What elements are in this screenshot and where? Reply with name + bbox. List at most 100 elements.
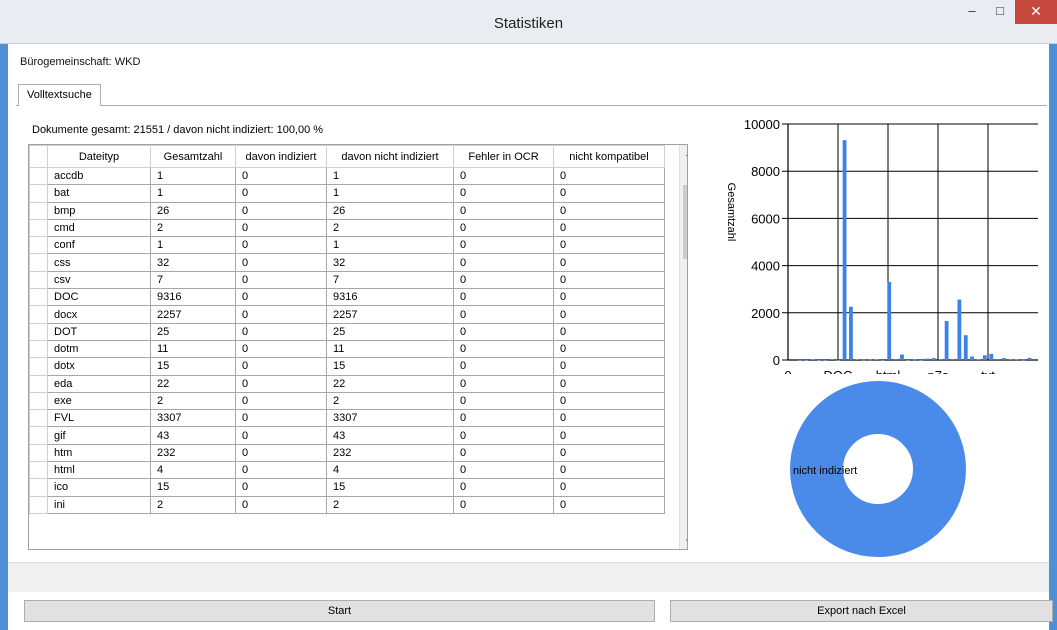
table-cell[interactable]: DOT	[47, 322, 151, 341]
table-cell[interactable]: 0	[553, 288, 665, 307]
tab-volltextsuche[interactable]: Volltextsuche	[18, 84, 101, 106]
table-cell[interactable]: htm	[47, 443, 151, 463]
close-button[interactable]: ✕	[1015, 0, 1057, 24]
table-cell[interactable]: 0	[453, 461, 554, 480]
table-cell[interactable]: 0	[553, 218, 665, 238]
table-cell[interactable]: 0	[235, 322, 327, 341]
table-cell[interactable]: 0	[235, 339, 327, 359]
table-row[interactable]: csv 7 0 7 0 0	[29, 270, 665, 290]
table-row[interactable]: ico 15 0 15 0 0	[29, 478, 665, 497]
vertical-scrollbar[interactable]: ▲ ▼	[679, 145, 687, 549]
table-cell[interactable]: 2257	[150, 305, 236, 324]
column-header[interactable]: nicht kompatibel	[553, 145, 665, 168]
table-cell[interactable]: 11	[326, 339, 454, 359]
minimize-button[interactable]: –	[957, 0, 987, 24]
table-cell[interactable]: 0	[553, 357, 665, 376]
table-cell[interactable]: exe	[47, 391, 151, 411]
row-header[interactable]	[29, 305, 48, 324]
table-cell[interactable]: bmp	[47, 201, 151, 220]
table-row[interactable]: gif 43 0 43 0 0	[29, 426, 665, 445]
table-cell[interactable]: 2257	[326, 305, 454, 324]
table-cell[interactable]: 0	[553, 478, 665, 497]
row-header[interactable]	[29, 426, 48, 445]
table-cell[interactable]: 9316	[150, 288, 236, 307]
table-row[interactable]: bat 1 0 1 0 0	[29, 184, 665, 203]
scroll-down-icon[interactable]: ▼	[680, 534, 687, 549]
export-excel-button[interactable]: Export nach Excel	[670, 600, 1053, 622]
table-cell[interactable]: 2	[150, 495, 236, 514]
table-cell[interactable]: accdb	[47, 166, 151, 186]
table-row[interactable]: bmp 26 0 26 0 0	[29, 201, 665, 220]
table-row[interactable]: dotm 11 0 11 0 0	[29, 339, 665, 359]
table-cell[interactable]: 0	[235, 374, 327, 393]
table-cell[interactable]: 0	[553, 409, 665, 428]
table-cell[interactable]: gif	[47, 426, 151, 445]
table-cell[interactable]: 32	[150, 253, 236, 272]
table-cell[interactable]: 232	[326, 443, 454, 463]
table-cell[interactable]: 0	[235, 288, 327, 307]
table-cell[interactable]: 26	[150, 201, 236, 220]
row-header[interactable]	[29, 288, 48, 307]
table-cell[interactable]: 0	[235, 357, 327, 376]
table-cell[interactable]: 0	[453, 374, 554, 393]
table-row[interactable]: eda 22 0 22 0 0	[29, 374, 665, 393]
table-cell[interactable]: 0	[453, 218, 554, 238]
table-cell[interactable]: 15	[150, 357, 236, 376]
row-header[interactable]	[29, 253, 48, 272]
table-cell[interactable]: 0	[553, 270, 665, 290]
table-cell[interactable]: 0	[453, 305, 554, 324]
table-cell[interactable]: 0	[553, 253, 665, 272]
row-header[interactable]	[29, 166, 48, 186]
table-cell[interactable]: 0	[553, 426, 665, 445]
table-cell[interactable]: DOC	[47, 288, 151, 307]
table-cell[interactable]: 0	[453, 339, 554, 359]
table-cell[interactable]: 15	[326, 478, 454, 497]
table-cell[interactable]: 15	[150, 478, 236, 497]
table-row[interactable]: ini 2 0 2 0 0	[29, 495, 665, 514]
scrollbar-thumb[interactable]	[683, 185, 687, 259]
table-cell[interactable]: 1	[326, 166, 454, 186]
table-cell[interactable]: 0	[235, 184, 327, 203]
row-header[interactable]	[29, 322, 48, 341]
row-header[interactable]	[29, 184, 48, 203]
table-cell[interactable]: docx	[47, 305, 151, 324]
table-cell[interactable]: ini	[47, 495, 151, 514]
row-header[interactable]	[29, 270, 48, 290]
table-cell[interactable]: 0	[453, 478, 554, 497]
maximize-button[interactable]: □	[985, 0, 1015, 24]
table-cell[interactable]: 0	[553, 495, 665, 514]
table-cell[interactable]: 0	[553, 236, 665, 255]
table-cell[interactable]: 7	[150, 270, 236, 290]
table-cell[interactable]: cmd	[47, 218, 151, 238]
row-header[interactable]	[29, 391, 48, 411]
table-cell[interactable]: conf	[47, 236, 151, 255]
table-cell[interactable]: 3307	[326, 409, 454, 428]
column-header[interactable]: Dateityp	[47, 145, 151, 168]
start-button[interactable]: Start	[24, 600, 655, 622]
table-cell[interactable]: 0	[453, 357, 554, 376]
table-cell[interactable]: 0	[453, 391, 554, 411]
table-row[interactable]: DOT 25 0 25 0 0	[29, 322, 665, 341]
table-cell[interactable]: 0	[553, 166, 665, 186]
table-cell[interactable]: 0	[453, 236, 554, 255]
table-cell[interactable]: 25	[326, 322, 454, 341]
table-cell[interactable]: eda	[47, 374, 151, 393]
table-cell[interactable]: 0	[553, 391, 665, 411]
table-cell[interactable]: 1	[150, 166, 236, 186]
table-cell[interactable]: 0	[235, 305, 327, 324]
table-cell[interactable]: 15	[326, 357, 454, 376]
table-cell[interactable]: 0	[235, 426, 327, 445]
table-cell[interactable]: 0	[235, 166, 327, 186]
table-cell[interactable]: 0	[235, 443, 327, 463]
column-header[interactable]: davon indiziert	[235, 145, 327, 168]
table-cell[interactable]: 0	[235, 461, 327, 480]
table-cell[interactable]: 2	[326, 495, 454, 514]
column-header[interactable]: davon nicht indiziert	[326, 145, 454, 168]
table-cell[interactable]: 2	[150, 218, 236, 238]
row-header[interactable]	[29, 461, 48, 480]
table-cell[interactable]: 22	[150, 374, 236, 393]
table-cell[interactable]: 0	[235, 253, 327, 272]
table-cell[interactable]: 0	[235, 218, 327, 238]
table-cell[interactable]: 3307	[150, 409, 236, 428]
table-cell[interactable]: 0	[453, 184, 554, 203]
